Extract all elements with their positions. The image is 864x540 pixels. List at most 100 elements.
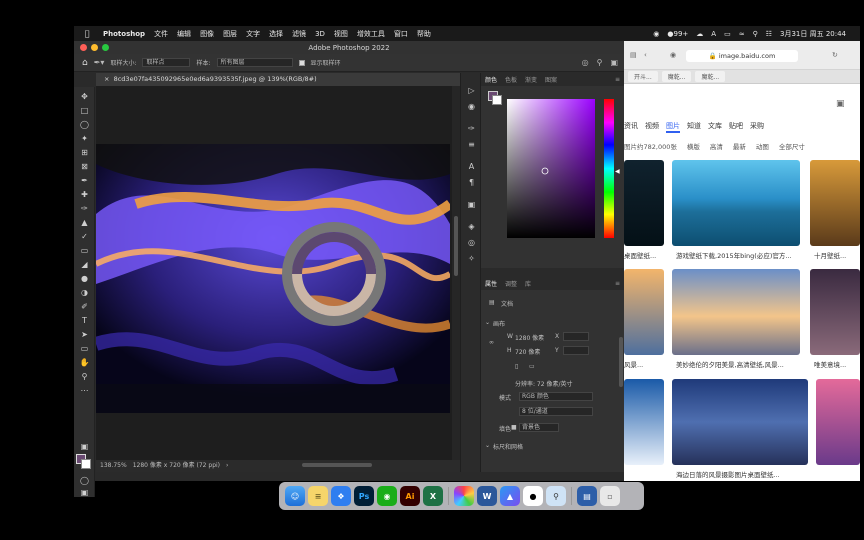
minimize-window-button[interactable] xyxy=(91,44,98,51)
close-window-button[interactable] xyxy=(80,44,87,51)
tab-patterns[interactable]: 图案 xyxy=(541,75,561,84)
zoom-tool-icon[interactable]: ⚲ xyxy=(79,371,90,382)
mode-select[interactable]: RGB 颜色 xyxy=(519,392,593,401)
sample-size-select[interactable]: 取样点 xyxy=(142,58,191,67)
finder-dock-icon[interactable]: ☺ xyxy=(285,486,305,506)
result-caption[interactable]: 风景... xyxy=(624,359,643,369)
menu-3d[interactable]: 3D xyxy=(315,30,325,38)
reload-icon[interactable]: ↻ xyxy=(832,51,838,59)
quick-select-tool-icon[interactable]: ✦ xyxy=(79,133,90,144)
x-field[interactable] xyxy=(563,332,589,341)
photoshop-dock-icon[interactable]: Ps xyxy=(354,486,374,506)
back-icon[interactable]: ‹ xyxy=(644,51,647,59)
dodge-tool-icon[interactable]: ◑ xyxy=(79,287,90,298)
filter-size[interactable]: 全部尺寸 xyxy=(779,141,805,151)
layers-panel-icon[interactable]: ◈ xyxy=(466,221,477,232)
nav-video[interactable]: 视频 xyxy=(645,121,659,133)
result-caption[interactable]: 桌面壁纸... xyxy=(624,250,656,260)
stamp-tool-icon[interactable]: ▲ xyxy=(79,217,90,228)
word-dock-icon[interactable]: W xyxy=(477,486,497,506)
notes-dock-icon[interactable]: ≡ xyxy=(308,486,328,506)
properties-scrollbar[interactable] xyxy=(619,337,623,387)
menu-file[interactable]: 文件 xyxy=(154,29,168,39)
tab-adjustments[interactable]: 调整 xyxy=(501,279,521,288)
filter-hd[interactable]: 高清 xyxy=(710,141,723,151)
quick-mask-icon[interactable]: ◯ xyxy=(79,475,90,486)
channels-panel-icon[interactable]: ◎ xyxy=(466,237,477,248)
result-image[interactable] xyxy=(810,160,860,246)
wifi-icon[interactable]: ≈ xyxy=(739,30,745,38)
filter-latest[interactable]: 最新 xyxy=(733,141,746,151)
background-color-swatch[interactable] xyxy=(81,459,91,469)
fill-swatch-icon[interactable]: ■ xyxy=(511,424,517,431)
character-panel-icon[interactable]: A xyxy=(466,161,477,172)
canvas-vertical-scrollbar[interactable] xyxy=(452,86,460,460)
search-icon[interactable]: ⚲ xyxy=(753,30,758,38)
more-tools-icon[interactable]: ⋯ xyxy=(79,385,90,396)
nav-zhidao[interactable]: 知道 xyxy=(687,121,701,133)
input-method-icon[interactable]: A xyxy=(711,30,716,38)
tab-swatches[interactable]: 色板 xyxy=(501,75,521,84)
camera-search-icon[interactable]: ▣ xyxy=(836,99,845,109)
zoom-level[interactable]: 138.75% xyxy=(100,460,127,472)
status-arrow-icon[interactable]: › xyxy=(226,460,228,472)
screen-mode-icon[interactable]: ▣ xyxy=(79,487,90,498)
show-ring-checkbox[interactable] xyxy=(298,59,305,66)
canvas-artwork[interactable] xyxy=(96,144,450,413)
address-bar[interactable]: 🔒 image.baidu.com xyxy=(686,50,798,62)
menu-type[interactable]: 文字 xyxy=(246,29,260,39)
filter-animated[interactable]: 动图 xyxy=(756,141,769,151)
rulers-section-chevron-icon[interactable]: ⌄ xyxy=(485,442,490,449)
hue-slider[interactable] xyxy=(604,99,614,238)
shield-icon[interactable]: ◉ xyxy=(670,51,676,59)
result-image[interactable] xyxy=(624,379,664,465)
result-caption[interactable]: 十月壁纸... xyxy=(814,250,846,260)
scroll-thumb[interactable] xyxy=(454,216,458,276)
nav-images[interactable]: 图片 xyxy=(666,121,680,133)
menu-help[interactable]: 帮助 xyxy=(417,29,431,39)
nav-wenku[interactable]: 文库 xyxy=(708,121,722,133)
preview-dock-icon[interactable]: ⚲ xyxy=(546,486,566,506)
filter-horizontal[interactable]: 横版 xyxy=(687,141,700,151)
width-value[interactable]: 1280 像素 xyxy=(515,333,544,342)
wechat-dock-icon[interactable]: ◉ xyxy=(377,486,397,506)
result-image[interactable] xyxy=(816,379,860,465)
sample-select[interactable]: 所有图层 xyxy=(216,58,293,67)
eyedropper-tool-preset-icon[interactable]: ✒▾ xyxy=(94,58,105,67)
menu-app-name[interactable]: Photoshop xyxy=(103,30,145,38)
menu-edit[interactable]: 编辑 xyxy=(177,29,191,39)
excel-dock-icon[interactable]: X xyxy=(423,486,443,506)
gradient-tool-icon[interactable]: ◢ xyxy=(79,259,90,270)
tab-color[interactable]: 颜色 xyxy=(481,75,501,84)
result-image[interactable] xyxy=(672,379,808,465)
tab-libraries[interactable]: 库 xyxy=(521,279,535,288)
result-caption[interactable]: 美妙绝伦的夕阳美景,高清壁纸,风景... xyxy=(676,359,784,369)
appstore-dock-icon[interactable]: ▲ xyxy=(500,486,520,506)
menu-select[interactable]: 选择 xyxy=(269,29,283,39)
canvas-section-chevron-icon[interactable]: ⌄ xyxy=(485,319,490,326)
frame-tool-icon[interactable]: ⊠ xyxy=(79,161,90,172)
document-tab[interactable]: × 8cd3e07fa435092965e0ed6a9393535f.jpeg … xyxy=(96,73,460,86)
photos-dock-icon[interactable] xyxy=(454,486,474,506)
result-image[interactable] xyxy=(672,160,800,246)
canvas-area[interactable] xyxy=(96,86,460,460)
menu-plugins[interactable]: 增效工具 xyxy=(357,29,385,39)
bit-depth-select[interactable]: 8 位/通道 xyxy=(519,407,593,416)
qq-dock-icon[interactable]: ● xyxy=(523,486,543,506)
history-brush-tool-icon[interactable]: ✓ xyxy=(79,231,90,242)
lasso-tool-icon[interactable]: ◯ xyxy=(79,119,90,130)
panel-menu-icon[interactable]: ≡ xyxy=(611,280,624,287)
learn-icon[interactable]: ◎ xyxy=(582,58,589,67)
tab-gradients[interactable]: 渐变 xyxy=(521,75,541,84)
hand-tool-icon[interactable]: ✋ xyxy=(79,357,90,368)
qq-status-icon[interactable]: ●99+ xyxy=(667,30,688,38)
trash-dock-icon[interactable]: ▫ xyxy=(600,486,620,506)
y-field[interactable] xyxy=(563,346,589,355)
eyedropper-tool-icon[interactable]: ✒ xyxy=(79,175,90,186)
result-image[interactable] xyxy=(672,269,800,355)
home-icon[interactable]: ⌂ xyxy=(82,58,88,68)
history-panel-icon[interactable]: ▷ xyxy=(466,85,477,96)
menu-window[interactable]: 窗口 xyxy=(394,29,408,39)
nav-caigou[interactable]: 采购 xyxy=(750,121,764,133)
workspace-icon[interactable]: ▣ xyxy=(610,58,618,67)
